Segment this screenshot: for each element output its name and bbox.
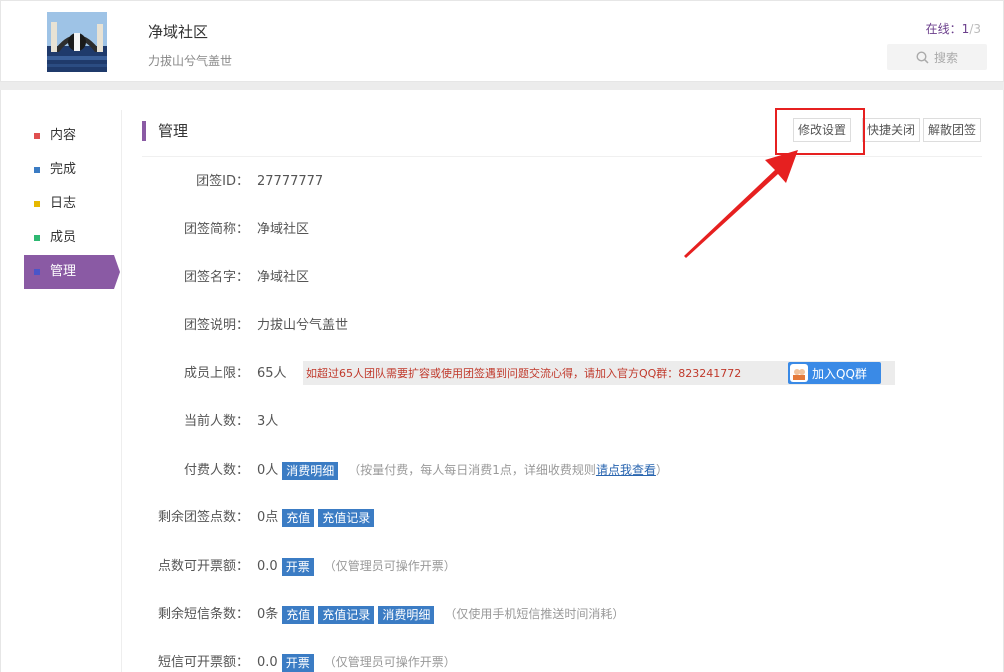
quick-close-button[interactable]: 快捷关闭 — [862, 118, 921, 142]
billing-note: （按量付费，每人每日消费1点，详细收费规则请点我查看） — [348, 463, 668, 477]
notice-text: 如超过65人团队需要扩容或使用团签遇到问题交流心得，请加入官方QQ群：82324… — [306, 367, 742, 380]
team-name: 净域社区 — [148, 23, 209, 41]
sms-invoice-note: （仅管理员可操作开票） — [323, 655, 456, 669]
bullet-icon — [34, 167, 40, 173]
online-label: 在线： — [925, 22, 962, 36]
field-team-id: 团签ID： 27777777 — [141, 172, 323, 192]
recharge-button[interactable]: 充值 — [282, 508, 315, 527]
field-paying-count: 付费人数： 0人 消费明细 （按量付费，每人每日消费1点，详细收费规则请点我查看） — [141, 460, 668, 480]
online-count: 在线：1/3 — [926, 20, 981, 37]
field-label: 团签简称： — [183, 222, 249, 237]
dissolve-team-button[interactable]: 解散团签 — [923, 118, 982, 142]
title-divider — [142, 156, 982, 157]
field-label: 剩余短信条数： — [157, 607, 249, 622]
sidebar-item-label: 日志 — [50, 196, 77, 211]
search-button[interactable]: 搜索 — [887, 44, 987, 70]
sidebar-item-manage[interactable]: 管理 — [24, 255, 120, 289]
field-value: 0.0 — [257, 559, 278, 574]
consumption-detail-button[interactable]: 消费明细 — [282, 461, 339, 480]
sidebar-item-members[interactable]: 成员 — [24, 221, 120, 255]
team-header: 净域社区 力拔山兮气盖世 在线：1/3 搜索 — [0, 0, 1004, 82]
highlight-box — [775, 108, 865, 155]
field-value: 65人 — [257, 366, 287, 381]
sidebar-divider — [121, 110, 122, 672]
sidebar-item-label: 内容 — [50, 128, 77, 143]
page-title: 管理 — [142, 121, 188, 141]
field-label: 团签说明： — [183, 318, 249, 333]
field-member-limit: 成员上限： 65人 — [141, 364, 287, 384]
search-label: 搜索 — [933, 50, 958, 65]
field-sms-invoice: 短信可开票额： 0.0 开票 （仅管理员可操作开票） — [141, 652, 456, 672]
field-value: 0条 — [257, 607, 279, 622]
qq-group-notice: 如超过65人团队需要扩容或使用团签遇到问题交流心得，请加入官方QQ群：82324… — [303, 361, 895, 385]
join-qq-group-button[interactable]: 加入QQ群 — [788, 362, 881, 384]
bullet-icon — [34, 269, 40, 275]
divider-band — [0, 82, 1004, 90]
sms-consumption-detail-button[interactable]: 消费明细 — [378, 605, 435, 624]
field-description: 团签说明： 力拔山兮气盖世 — [141, 316, 348, 336]
field-label: 短信可开票额： — [157, 655, 249, 670]
field-label: 成员上限： — [183, 366, 249, 381]
sms-recharge-button[interactable]: 充值 — [282, 605, 315, 624]
sidebar-item-label: 成员 — [50, 230, 77, 245]
online-total: 3 — [973, 22, 981, 36]
field-value: 净域社区 — [257, 270, 310, 285]
field-label: 团签名字： — [183, 270, 249, 285]
field-short-name: 团签简称： 净域社区 — [141, 220, 309, 240]
field-value: 净域社区 — [257, 222, 310, 237]
field-label: 点数可开票额： — [157, 559, 249, 574]
field-remaining-points: 剩余团签点数： 0点 充值 充值记录 — [141, 508, 375, 528]
field-value: 3人 — [257, 414, 279, 429]
qq-avatar-icon — [790, 364, 808, 382]
bullet-icon — [34, 133, 40, 139]
recharge-history-button[interactable]: 充值记录 — [318, 508, 375, 527]
field-value: 0.0 — [257, 655, 278, 670]
field-label: 当前人数： — [183, 414, 249, 429]
sms-invoice-button[interactable]: 开票 — [281, 653, 314, 672]
invoice-note: （仅管理员可操作开票） — [323, 559, 456, 573]
sidebar-item-done[interactable]: 完成 — [24, 153, 120, 187]
team-slogan: 力拔山兮气盖世 — [148, 54, 233, 68]
sms-note: （仅使用手机短信推送时间消耗） — [444, 607, 625, 621]
field-value: 力拔山兮气盖世 — [257, 318, 349, 333]
field-value: 27777777 — [257, 174, 324, 189]
sidebar-item-label: 管理 — [50, 264, 77, 279]
note-text: （按量付费，每人每日消费1点，详细收费规则 — [348, 463, 596, 477]
bullet-icon — [34, 235, 40, 241]
billing-rules-link[interactable]: 请点我查看 — [596, 463, 656, 477]
field-label: 剩余团签点数： — [157, 510, 249, 525]
field-sms-remaining: 剩余短信条数： 0条 充值 充值记录 消费明细 （仅使用手机短信推送时间消耗） — [141, 604, 624, 624]
note-text: ） — [655, 463, 668, 477]
field-value: 0点 — [257, 510, 279, 525]
field-value: 0人 — [257, 463, 279, 478]
field-points-invoice: 点数可开票额： 0.0 开票 （仅管理员可操作开票） — [141, 556, 456, 576]
sidebar: 内容 完成 日志 成员 管理 — [24, 119, 120, 289]
field-current-count: 当前人数： 3人 — [141, 412, 278, 432]
sms-recharge-history-button[interactable]: 充值记录 — [318, 605, 375, 624]
bullet-icon — [34, 201, 40, 207]
sidebar-item-log[interactable]: 日志 — [24, 187, 120, 221]
field-label: 付费人数： — [183, 463, 249, 478]
search-icon — [916, 50, 929, 64]
field-label: 团签ID： — [196, 174, 249, 189]
field-team-name: 团签名字： 净域社区 — [141, 268, 309, 288]
sidebar-item-content[interactable]: 内容 — [24, 119, 120, 153]
join-qq-label: 加入QQ群 — [812, 366, 867, 381]
team-logo[interactable] — [47, 12, 107, 72]
sidebar-item-label: 完成 — [50, 162, 77, 177]
invoice-button[interactable]: 开票 — [281, 557, 314, 576]
